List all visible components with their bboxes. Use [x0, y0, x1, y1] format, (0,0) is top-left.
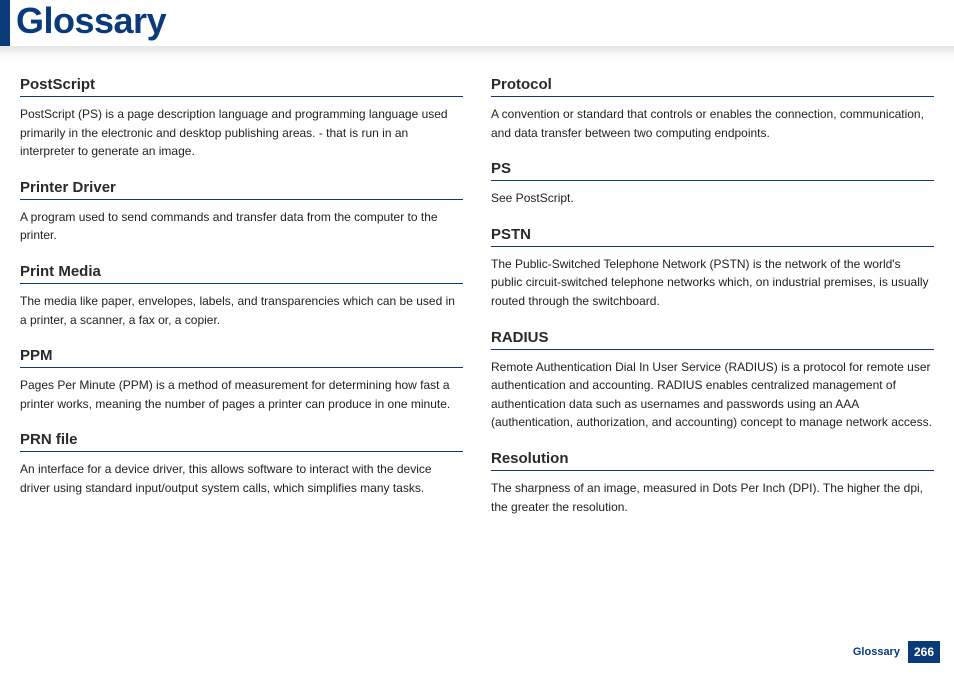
glossary-entry: Print Media The media like paper, envelop… [20, 263, 463, 329]
glossary-definition: PostScript (PS) is a page description la… [20, 105, 463, 161]
glossary-term: Print Media [20, 263, 463, 284]
glossary-term: PS [491, 160, 934, 181]
glossary-entry: Resolution The sharpness of an image, mea… [491, 450, 934, 516]
column-left: PostScript PostScript (PS) is a page desc… [20, 76, 463, 534]
content-columns: PostScript PostScript (PS) is a page desc… [0, 58, 954, 534]
page-title: Glossary [10, 0, 166, 46]
glossary-definition: Remote Authentication Dial In User Servi… [491, 358, 934, 432]
header-shadow [0, 46, 954, 58]
column-right: Protocol A convention or standard that co… [491, 76, 934, 534]
header-accent-bar [0, 0, 10, 46]
glossary-definition: Pages Per Minute (PPM) is a method of me… [20, 376, 463, 413]
glossary-entry: RADIUS Remote Authentication Dial In User… [491, 329, 934, 432]
footer-page-number: 266 [908, 641, 940, 663]
glossary-definition: See PostScript. [491, 189, 934, 208]
glossary-definition: The media like paper, envelopes, labels,… [20, 292, 463, 329]
glossary-definition: The sharpness of an image, measured in D… [491, 479, 934, 516]
glossary-term: PPM [20, 347, 463, 368]
glossary-term: Protocol [491, 76, 934, 97]
page-footer: Glossary 266 [853, 641, 940, 663]
glossary-entry: PS See PostScript. [491, 160, 934, 208]
glossary-definition: A convention or standard that controls o… [491, 105, 934, 142]
footer-section-label: Glossary [853, 646, 900, 658]
glossary-term: Resolution [491, 450, 934, 471]
glossary-term: Printer Driver [20, 179, 463, 200]
glossary-term: PSTN [491, 226, 934, 247]
page-header: Glossary [0, 0, 954, 46]
glossary-definition: The Public-Switched Telephone Network (P… [491, 255, 934, 311]
glossary-entry: PostScript PostScript (PS) is a page desc… [20, 76, 463, 161]
glossary-term: RADIUS [491, 329, 934, 350]
glossary-definition: A program used to send commands and tran… [20, 208, 463, 245]
glossary-term: PRN file [20, 431, 463, 452]
glossary-entry: PRN file An interface for a device driver… [20, 431, 463, 497]
glossary-entry: Protocol A convention or standard that co… [491, 76, 934, 142]
glossary-term: PostScript [20, 76, 463, 97]
glossary-entry: Printer Driver A program used to send com… [20, 179, 463, 245]
glossary-entry: PSTN The Public-Switched Telephone Networ… [491, 226, 934, 311]
glossary-entry: PPM Pages Per Minute (PPM) is a method of… [20, 347, 463, 413]
glossary-definition: An interface for a device driver, this a… [20, 460, 463, 497]
